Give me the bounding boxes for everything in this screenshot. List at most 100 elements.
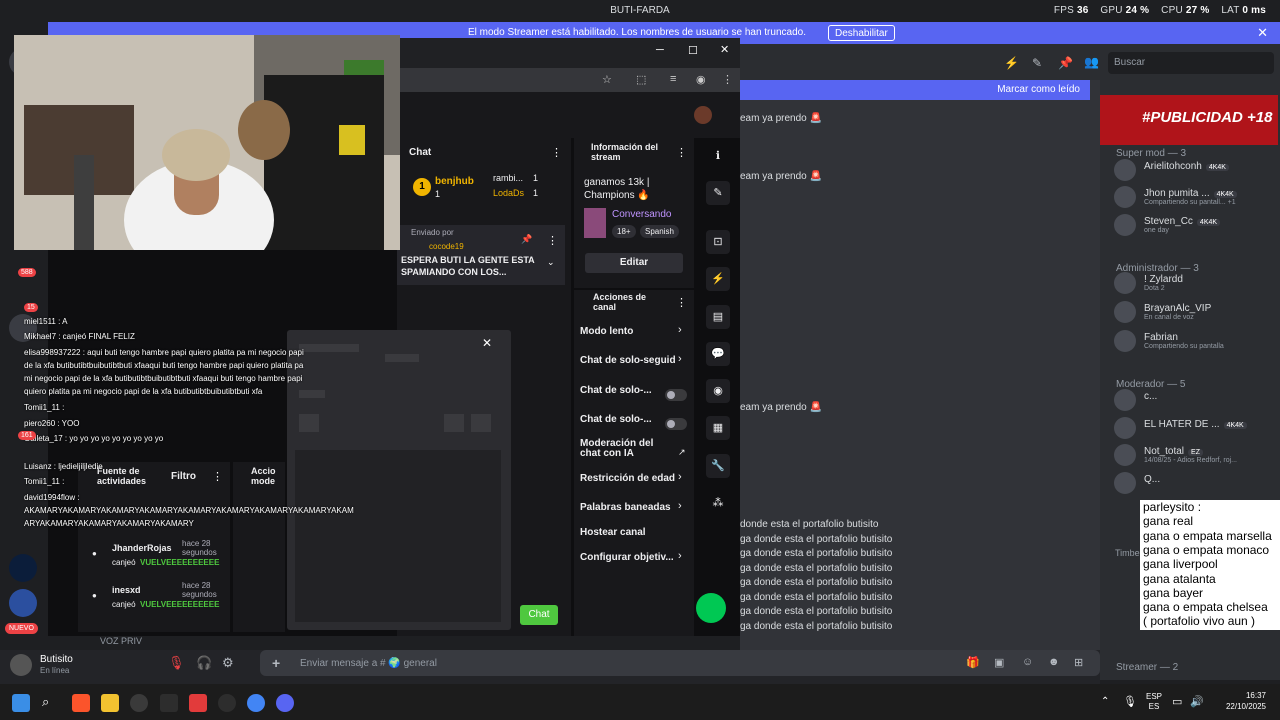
deafen-icon[interactable]: 🎧 — [196, 655, 212, 671]
filter-button[interactable]: Filtro — [171, 471, 196, 482]
server-icon[interactable] — [9, 554, 37, 582]
tag-pill[interactable]: 18+ — [612, 225, 636, 238]
avatar[interactable] — [1114, 330, 1136, 352]
chevron-up-icon[interactable]: ⌃ — [1101, 696, 1109, 707]
discord-icon[interactable] — [276, 694, 294, 712]
broadcast-icon[interactable]: ◉ — [706, 379, 730, 403]
category-name[interactable]: Conversando — [612, 209, 671, 220]
extensions-icon[interactable]: ⬚ — [636, 73, 646, 86]
channel-action-item[interactable]: Modo lento — [580, 326, 633, 337]
channel-action-item[interactable]: Hostear canal — [580, 527, 646, 538]
message-composer[interactable]: + Enviar mensaje a # 🌍 general 🎁 ▣ ☺ ☻ ⊞ — [260, 650, 1100, 676]
top-chatter-name[interactable]: rambi... — [493, 173, 523, 183]
chevron-right-icon[interactable]: › — [678, 471, 682, 483]
tag-pill[interactable]: Spanish — [640, 225, 679, 238]
category-thumbnail[interactable] — [584, 208, 606, 238]
avatar[interactable] — [1114, 444, 1136, 466]
toggle-switch[interactable] — [665, 389, 687, 401]
app-icon[interactable] — [130, 694, 148, 712]
edit-button[interactable]: Editar — [585, 253, 683, 273]
media-icon[interactable]: ≡ — [670, 73, 676, 85]
top-chatter-name[interactable]: benjhub — [435, 176, 474, 187]
members-icon[interactable]: 👥 — [1084, 55, 1099, 69]
wrench-icon[interactable]: 🔧 — [706, 454, 730, 478]
close-window-icon[interactable]: ✕ — [720, 43, 729, 56]
maximize-icon[interactable]: ☐ — [688, 44, 698, 57]
gear-icon[interactable]: ⚙ — [222, 655, 234, 671]
close-icon[interactable]: ✕ — [1257, 25, 1268, 41]
more-icon[interactable]: ⋮ — [551, 146, 562, 159]
mic-icon[interactable]: 🎙 — [1123, 695, 1137, 708]
external-link-icon[interactable]: ↗ — [678, 447, 686, 458]
avatar[interactable] — [1114, 186, 1136, 208]
avatar[interactable] — [1114, 301, 1136, 323]
sticker-icon[interactable]: ☺ — [1022, 656, 1033, 668]
more-icon[interactable]: ⋮ — [212, 470, 223, 483]
layout-icon[interactable]: ▦ — [706, 416, 730, 440]
notes-icon[interactable]: ▤ — [706, 305, 730, 329]
chevron-right-icon[interactable]: › — [678, 550, 682, 562]
volume-icon[interactable]: 🔊 — [1190, 695, 1204, 708]
brave-icon[interactable] — [72, 694, 90, 712]
menu-icon[interactable]: ⋮ — [722, 73, 733, 86]
mic-muted-icon[interactable]: 🎙 — [168, 655, 185, 671]
server-icon[interactable] — [9, 589, 37, 617]
network-icon[interactable]: ▭ — [1172, 695, 1182, 708]
chevron-down-icon[interactable]: ⌄ — [547, 257, 555, 268]
search-icon[interactable]: ⌕ — [42, 694, 60, 712]
emoji-icon[interactable]: ☻ — [1048, 656, 1060, 668]
folder-icon[interactable] — [101, 694, 119, 712]
avatar[interactable] — [1114, 214, 1136, 236]
bell-icon[interactable]: ✎ — [1032, 56, 1042, 70]
channel-action-item[interactable]: Chat de solo-seguid — [580, 355, 676, 366]
chevron-right-icon[interactable]: › — [678, 500, 682, 512]
more-icon[interactable]: ⋮ — [676, 146, 687, 159]
chevron-right-icon[interactable]: › — [678, 324, 682, 336]
close-icon[interactable]: ✕ — [482, 336, 492, 350]
channel-action-item[interactable]: Restricción de edad — [580, 473, 675, 484]
avatar[interactable] — [694, 106, 712, 124]
avatar[interactable] — [1114, 472, 1136, 494]
extensions-icon[interactable]: ⁂ — [706, 491, 730, 515]
pencil-icon[interactable]: ✎ — [706, 181, 730, 205]
plus-icon[interactable]: + — [272, 655, 280, 671]
star-icon[interactable]: ☆ — [602, 73, 612, 86]
pinned-message[interactable]: Enviado por cocode19 ESPERA BUTI LA GENT… — [397, 225, 565, 285]
gift-icon[interactable]: 🎁 — [966, 656, 980, 669]
pin-icon[interactable]: 📌 — [1058, 56, 1073, 70]
channel-action-item[interactable]: Moderación del chat con IA — [580, 439, 670, 459]
avatar[interactable] — [1114, 159, 1136, 181]
app-icon[interactable] — [160, 694, 178, 712]
channel-action-item[interactable]: Configurar objetiv... — [580, 552, 674, 563]
apps-icon[interactable]: ⊞ — [1074, 656, 1083, 669]
chat-send-button[interactable]: Chat — [520, 605, 558, 625]
headset-button[interactable] — [696, 593, 726, 623]
gif-icon[interactable]: ▣ — [994, 656, 1004, 669]
address-bar[interactable]: ☆ ⬚ ≡ ◉ ⋮ — [400, 68, 740, 92]
avatar[interactable] — [1114, 417, 1136, 439]
activity-user[interactable]: JhanderRojas — [112, 543, 172, 553]
disable-streamer-button[interactable]: Deshabilitar — [828, 25, 895, 41]
profile-icon[interactable]: ◉ — [696, 73, 706, 86]
toggle-switch[interactable] — [665, 418, 687, 430]
channel-action-item[interactable]: Chat de solo-... — [580, 414, 652, 425]
minimize-icon[interactable]: ─ — [656, 44, 664, 56]
windows-start-icon[interactable] — [12, 694, 30, 712]
info-icon[interactable]: ℹ — [706, 144, 730, 168]
avatar[interactable] — [1114, 389, 1136, 411]
chevron-right-icon[interactable]: › — [678, 353, 682, 365]
activity-user[interactable]: inesxd — [112, 585, 141, 595]
threads-icon[interactable]: ⚡ — [1004, 56, 1019, 70]
more-icon[interactable]: ⋮ — [547, 234, 558, 247]
mark-read-bar[interactable]: Marcar como leído — [740, 80, 1090, 100]
app-icon[interactable] — [189, 694, 207, 712]
lightning-icon[interactable]: ⚡ — [706, 267, 730, 291]
pin-icon[interactable]: 📌 — [521, 234, 532, 245]
search-input[interactable]: Buscar — [1108, 52, 1274, 74]
more-icon[interactable]: ⋮ — [676, 296, 687, 309]
avatar[interactable] — [1114, 272, 1136, 294]
system-clock[interactable]: 16:37 22/10/2025 — [1226, 690, 1266, 712]
language-indicator[interactable]: ESP ES — [1146, 692, 1162, 712]
chrome-icon[interactable] — [247, 694, 265, 712]
screen-icon[interactable]: ⊡ — [706, 230, 730, 254]
